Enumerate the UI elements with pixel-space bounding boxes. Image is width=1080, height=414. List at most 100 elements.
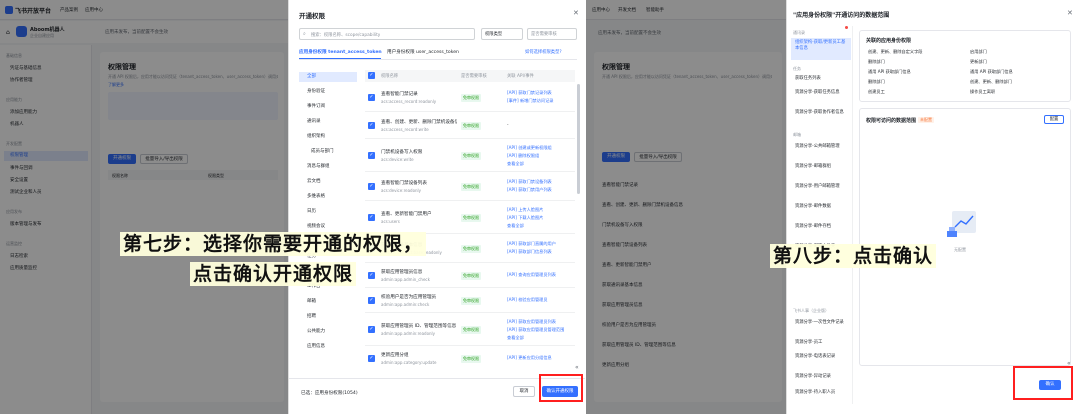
configure-button[interactable]: 配置 xyxy=(1044,115,1064,124)
table-row[interactable]: ✓ 查看、创建、更新、删除门禁机设备信息 acs:access_record:w… xyxy=(365,113,575,139)
scope-item[interactable]: 资源分享-员工 xyxy=(795,340,845,346)
scope-item[interactable]: 资源分享-公共邮箱管理 xyxy=(795,144,845,150)
highlight-confirm-open xyxy=(539,374,583,402)
cancel-button[interactable]: 取消 xyxy=(513,386,535,397)
category-item[interactable]: 应用信息 xyxy=(307,343,325,349)
row-checkbox[interactable]: ✓ xyxy=(368,183,375,190)
view-all-link[interactable]: 查看全部 xyxy=(507,223,573,229)
search-input[interactable]: ⌕ 搜索：权限名称、scope/capability xyxy=(299,28,475,40)
table-row[interactable]: ✓ 获取应用管理员信息 admin:app.admin_check 免审权限 [… xyxy=(365,264,575,288)
close-icon[interactable]: ✕ xyxy=(573,9,579,17)
table-row[interactable]: ✓ 查看、更新智能门禁用户 acs:users 免审权限 [API] 上传人脸图… xyxy=(365,202,575,234)
api-link[interactable]: [API] 更新应用分组信息 xyxy=(507,355,573,361)
tab-divider xyxy=(299,59,577,60)
view-all-link[interactable]: 查看全部 xyxy=(507,161,573,167)
scrollbar[interactable] xyxy=(577,84,580,194)
step7-caption-line1: 第七步：选择你需要开通的权限， xyxy=(120,232,427,256)
permission-name: 查看智能门禁记录 xyxy=(381,92,418,97)
permission-scope: admin:app.admin:readonly xyxy=(381,331,436,336)
dialog-title: "应用身份权限"开通访问的数据范围 xyxy=(793,12,890,19)
api-link[interactable]: [API] 获取门禁记录列表 xyxy=(507,90,573,96)
api-empty: - xyxy=(507,122,509,127)
scope-item[interactable]: 资源分享-邮件存档 xyxy=(795,224,845,230)
api-link[interactable]: [API] 获取应用管理员管理范围 xyxy=(507,327,573,333)
row-checkbox[interactable]: ✓ xyxy=(368,94,375,101)
api-link[interactable]: [API] 校验应用管理员 xyxy=(507,297,573,303)
not-configured-tag: 未配置 xyxy=(918,117,934,123)
api-link[interactable]: [API] 获取门禁用户列表 xyxy=(507,187,573,193)
category-item-all[interactable]: 全部 xyxy=(299,72,357,82)
api-link[interactable]: [API] 创建或更新权限组 xyxy=(507,145,573,151)
api-link[interactable]: [API] 获取门禁设备列表 xyxy=(507,179,573,185)
review-tag: 免审权限 xyxy=(461,122,481,130)
api-link[interactable]: [API] 获取应用管理员列表 xyxy=(507,319,573,325)
filter-permission-type[interactable]: 权限类型 xyxy=(481,28,523,40)
permission-scope: acs:access_record:write xyxy=(381,127,429,132)
api-link[interactable]: [API] 上传人脸图片 xyxy=(507,207,573,213)
row-checkbox[interactable]: ✓ xyxy=(368,152,375,159)
scope-item[interactable]: 资源分享-邮箱群组 xyxy=(795,164,845,170)
row-checkbox[interactable]: ✓ xyxy=(368,272,375,279)
category-item[interactable]: 成员与部门 xyxy=(311,148,334,154)
table-row[interactable]: ✓ 更新应用分组 admin:app.category:update 免审权限 … xyxy=(365,347,575,371)
scope-item[interactable]: 资源分享-邮件数据 xyxy=(795,204,845,210)
tab-user-permission[interactable]: 用户身份权限 user_access_token xyxy=(387,49,459,55)
scope-item-active[interactable]: 组织架构-获取/更新员工基本信息 xyxy=(791,38,851,60)
api-link[interactable]: [事件] 新增门禁访问记录 xyxy=(507,98,573,104)
row-checkbox[interactable]: ✓ xyxy=(368,297,375,304)
scope-item[interactable]: 资源分享-获取协作者信息 xyxy=(795,110,845,116)
scope-sidebar: 通讯录 组织架构-获取/更新员工基本信息 任务 获取任务列表 资源分享-获取任务… xyxy=(789,26,853,404)
table-row[interactable]: ✓ 查看智能门禁记录 acs:access_record:readonly 免审… xyxy=(365,84,575,112)
empty-text: 无配置 xyxy=(954,247,966,252)
filter-need-review[interactable]: 是否需要审核 xyxy=(527,28,577,40)
scope-item[interactable]: 资源分享-电话表记录 xyxy=(795,354,845,360)
collapse-icon[interactable]: « xyxy=(575,364,579,371)
scope-item[interactable]: 资源分享-用户邮箱管理 xyxy=(795,184,845,190)
category-item[interactable]: 组织架构 xyxy=(307,133,325,139)
category-item[interactable]: 通讯录 xyxy=(307,118,321,124)
scope-item[interactable]: 获取任务列表 xyxy=(795,76,849,82)
tab-tenant-permission[interactable]: 应用身份权限 tenant_access_token xyxy=(299,49,382,55)
permission-type-help-link[interactable]: 如何选择权限类型? xyxy=(525,49,562,55)
scope-item[interactable]: 资源分享-一次性文件记录 xyxy=(795,320,845,326)
permission-name: 查看、创建、更新、删除门禁机设备信息 xyxy=(381,120,457,125)
category-item[interactable]: 消息与群组 xyxy=(307,163,330,169)
category-item[interactable]: 事件订阅 xyxy=(307,103,325,109)
category-item[interactable]: 视频会议 xyxy=(307,223,325,229)
row-checkbox[interactable]: ✓ xyxy=(368,355,375,362)
category-item[interactable]: 云文档 xyxy=(307,178,321,184)
category-item[interactable]: 日历 xyxy=(307,208,316,214)
table-row[interactable]: ✓ 门禁机设备写入权限 acs:device:write 免审权限 [API] … xyxy=(365,140,575,172)
scope-item[interactable]: 资源分享-异动记录 xyxy=(795,374,845,380)
row-checkbox[interactable]: ✓ xyxy=(368,122,375,129)
row-checkbox[interactable]: ✓ xyxy=(368,214,375,221)
api-link[interactable]: [API] 获取部门信息列表 xyxy=(507,249,573,255)
select-all-checkbox[interactable]: ✓ xyxy=(368,72,375,79)
view-all-link[interactable]: 查看全部 xyxy=(507,335,573,341)
row-checkbox[interactable]: ✓ xyxy=(368,326,375,333)
category-list: 全部 身份验证 事件订阅 通讯录 组织架构 成员与部门 消息与群组 云文档 多维… xyxy=(299,66,361,376)
table-row[interactable]: ✓ 查看智能门禁设备列表 acs:device:readonly 免审权限 [A… xyxy=(365,173,575,201)
api-link[interactable]: [API] 下载人脸图片 xyxy=(507,215,573,221)
scope-item[interactable]: 资源分享-待入职人员 xyxy=(795,390,845,396)
api-link[interactable]: [API] 查询应用管理员列表 xyxy=(507,272,573,278)
step7-caption-line2: 点击确认开通权限 xyxy=(190,262,357,286)
close-icon[interactable]: ✕ xyxy=(1067,9,1073,17)
right-app-background: 应用中心 开发文档 智能助手 应用未发布，当前配置不会生效 权限管理 开通 AP… xyxy=(586,0,786,414)
perm-left: 创建、更新、删除自定义字段 xyxy=(868,49,923,54)
category-item[interactable]: 多维表格 xyxy=(307,193,325,199)
permission-name: 查看智能门禁设备列表 xyxy=(381,181,427,186)
table-row[interactable]: ✓ 获取应用管理员 ID、管理范围等信息 admin:app.admin:rea… xyxy=(365,314,575,346)
category-item[interactable]: 邮箱 xyxy=(307,298,316,304)
table-row[interactable]: ✓ 校验用户是否为应用管理员 admin:app.admin:check 免审权… xyxy=(365,289,575,313)
search-placeholder: 搜索：权限名称、scope/capability xyxy=(311,33,381,38)
category-item[interactable]: 身份验证 xyxy=(307,88,325,94)
api-link[interactable]: [API] 删除权限组 xyxy=(507,153,573,159)
scope-item[interactable]: 资源分享-获取任务信息 xyxy=(795,90,845,96)
category-item[interactable]: 招聘 xyxy=(307,313,316,319)
category-item[interactable]: 公共能力 xyxy=(307,328,325,334)
api-link[interactable]: [API] 获取部门直属的用户 xyxy=(507,241,573,247)
review-tag: 免审权限 xyxy=(461,245,481,253)
column-header: 是否需要审核 xyxy=(461,74,487,79)
perm-left: 删除部门 xyxy=(868,79,885,84)
